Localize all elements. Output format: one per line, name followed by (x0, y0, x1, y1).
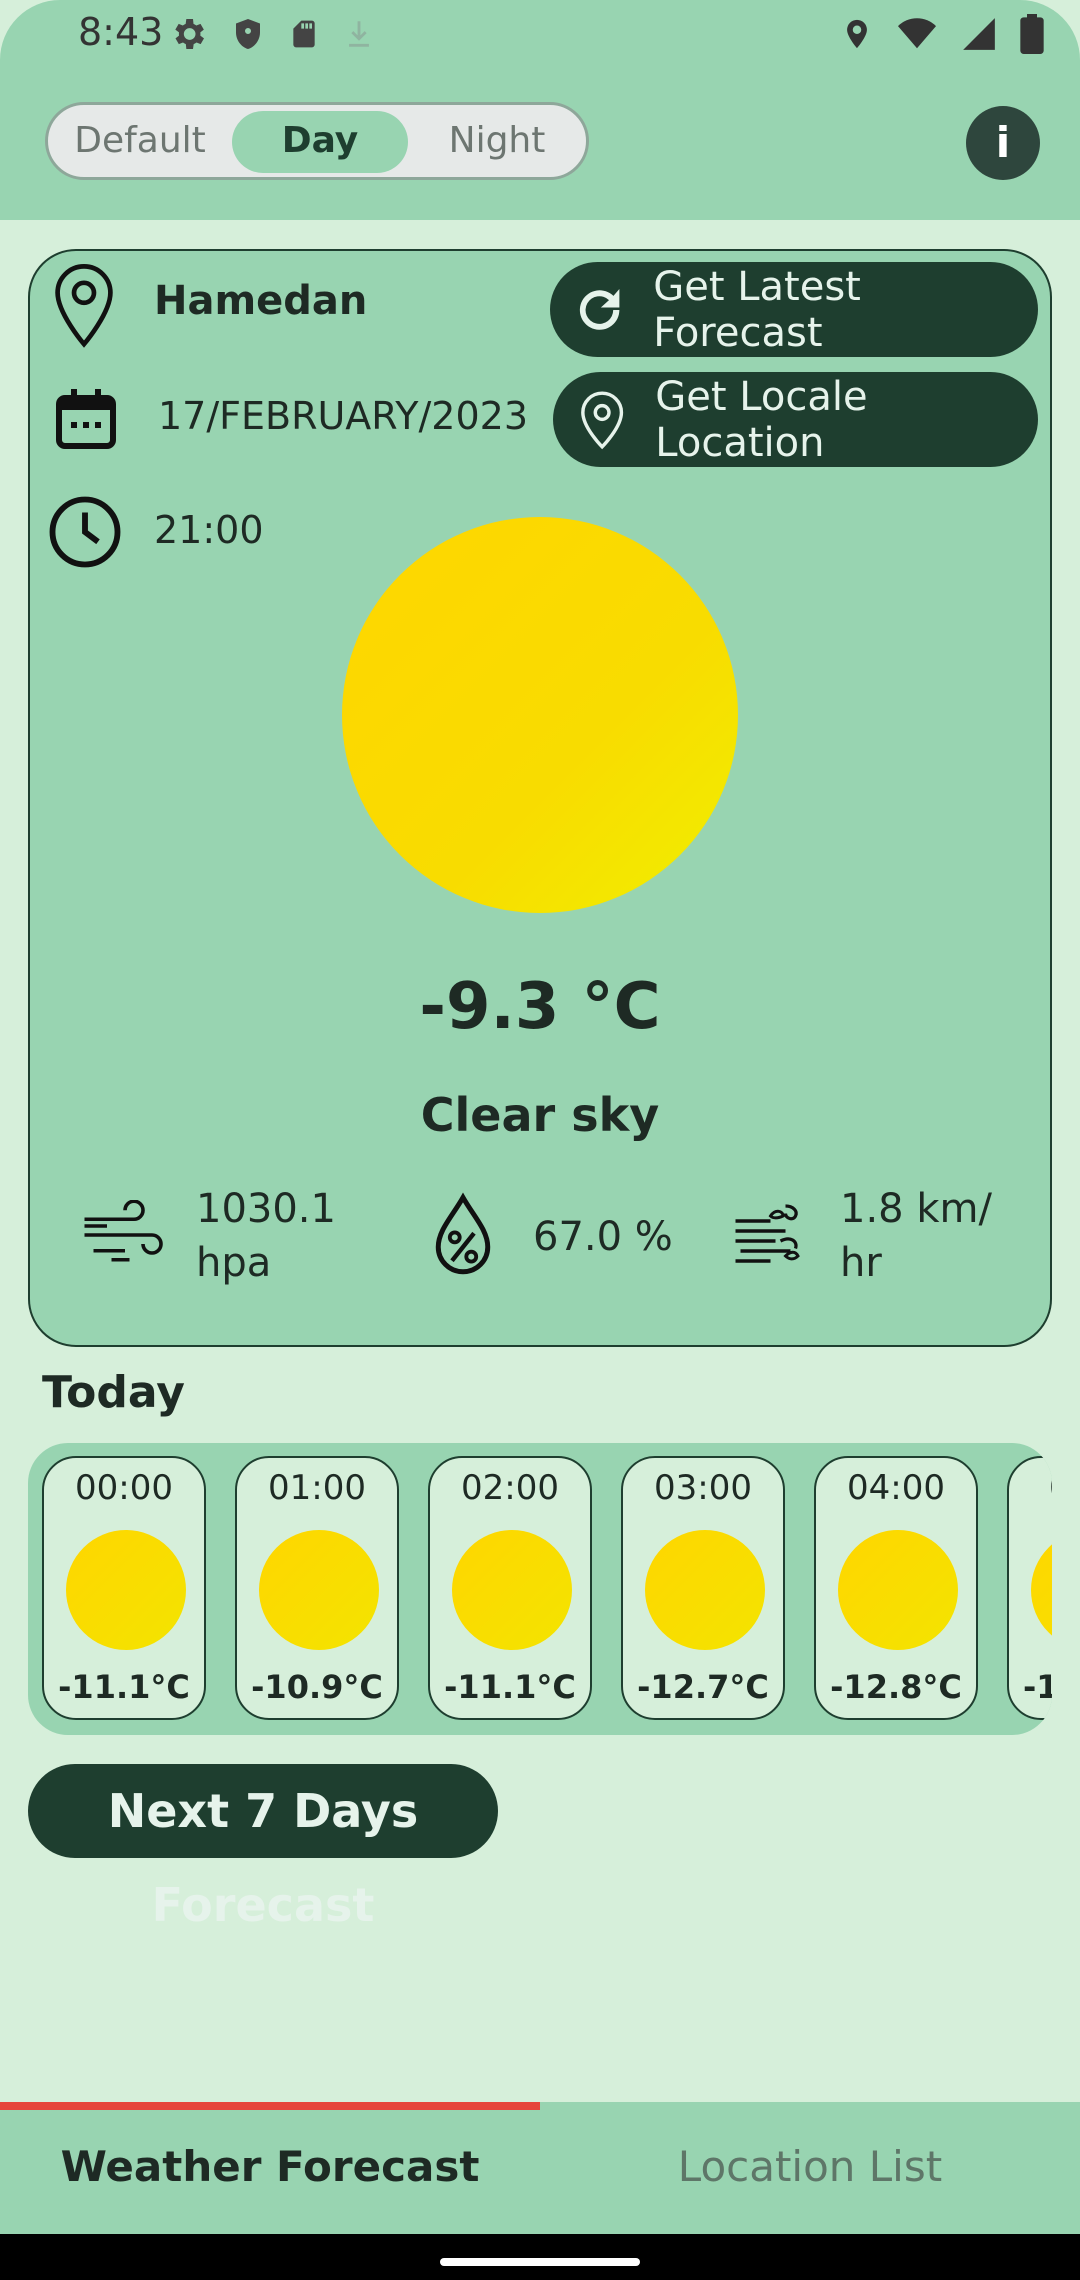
status-time: 8:43 (78, 10, 164, 54)
tab-indicator (0, 2102, 540, 2110)
refresh-icon (579, 288, 620, 330)
location-icon (847, 19, 867, 49)
sd-card-icon (293, 20, 315, 48)
current-temperature: -9.3 °C (419, 970, 661, 1044)
tab-weather-forecast[interactable]: Weather Forecast (0, 2142, 540, 2191)
theme-day-option[interactable]: Day (232, 105, 408, 177)
hour-temperature: -11.1°C (58, 1668, 190, 1706)
wind-icon (735, 1204, 800, 1263)
settings-icon (175, 19, 204, 49)
shield-icon (236, 19, 260, 49)
clock-icon (49, 496, 121, 568)
hour-time: 02:00 (461, 1468, 559, 1508)
sun-icon (259, 1530, 379, 1650)
sun-icon (66, 1530, 186, 1650)
status-icons-right (840, 14, 1044, 54)
hourly-forecast-list[interactable]: 00:00 -11.1°C 01:00 -10.9°C 02:00 -11.1°… (28, 1443, 1052, 1735)
hour-time: 01:00 (268, 1468, 366, 1508)
home-indicator[interactable] (440, 2258, 640, 2266)
location-pin-icon (55, 264, 113, 348)
hourly-forecast-item[interactable]: 02:00 -11.1°C (428, 1456, 592, 1720)
weather-condition: Clear sky (420, 1088, 660, 1142)
wind-number: 1.8 km/ (840, 1186, 992, 1232)
get-latest-forecast-label: Get Latest Forecast (653, 263, 861, 356)
theme-night-option[interactable]: Night (408, 105, 586, 177)
hour-temperature: -12.7°C (637, 1668, 769, 1706)
theme-default-option[interactable]: Default (48, 105, 232, 177)
next-7-days-forecast-button[interactable]: Next 7 Days Forecast (28, 1764, 498, 1932)
today-heading: Today (42, 1367, 185, 1418)
get-locale-location-button[interactable]: Get Locale Location (553, 372, 1038, 467)
sun-icon (645, 1530, 765, 1650)
tab-location-list[interactable]: Location List (540, 2142, 1080, 2191)
info-icon: i (995, 118, 1011, 167)
pressure-wind-icon (84, 1200, 163, 1262)
sun-icon (342, 517, 738, 913)
wifi-icon (898, 18, 936, 49)
hour-time: 04:00 (847, 1468, 945, 1508)
hourly-forecast-item[interactable]: 01:00 -10.9°C (235, 1456, 399, 1720)
get-latest-forecast-button[interactable]: Get Latest Forecast (550, 262, 1038, 357)
hourly-forecast-item[interactable]: 03:00 -12.7°C (621, 1456, 785, 1720)
humidity-value: 67.0 % (533, 1214, 673, 1260)
sun-icon (838, 1530, 958, 1650)
hour-temperature: -10.9°C (251, 1668, 383, 1706)
theme-selector[interactable]: Default Day Night (45, 102, 589, 180)
date-text: 17/FEBRUARY/2023 (158, 394, 528, 438)
calendar-icon (56, 389, 116, 449)
hour-time: 00:00 (75, 1468, 173, 1508)
sun-icon (452, 1530, 572, 1650)
humidity-icon (435, 1192, 491, 1275)
pressure-value: 1030.1 hpa (196, 1182, 336, 1290)
sun-icon (1031, 1530, 1052, 1650)
hour-temperature: -11.1°C (444, 1668, 576, 1706)
hourly-forecast-item[interactable]: 00:00 -11.1°C (42, 1456, 206, 1720)
hourly-forecast-item[interactable]: 05:00 -1 (1007, 1456, 1052, 1720)
system-navigation-bar (0, 2234, 1080, 2280)
download-icon (349, 21, 369, 47)
get-locale-location-label: Get Locale Location (655, 373, 868, 466)
pressure-unit: hpa (196, 1240, 272, 1286)
hour-time: 03:00 (654, 1468, 752, 1508)
battery-icon (1020, 14, 1044, 54)
info-button[interactable]: i (966, 106, 1040, 180)
pressure-number: 1030.1 (196, 1186, 336, 1232)
wind-unit: hr (840, 1240, 882, 1286)
city-name: Hamedan (154, 278, 368, 324)
hourly-forecast-item[interactable]: 04:00 -12.8°C (814, 1456, 978, 1720)
location-pin-icon (581, 390, 624, 449)
wind-value: 1.8 km/ hr (840, 1182, 992, 1290)
status-icons-left (168, 14, 376, 54)
hour-temperature: -1 (1023, 1668, 1052, 1706)
hour-temperature: -12.8°C (830, 1668, 962, 1706)
signal-icon (963, 18, 995, 50)
hour-time: 05:00 (1009, 1468, 1052, 1508)
time-text: 21:00 (154, 508, 264, 552)
